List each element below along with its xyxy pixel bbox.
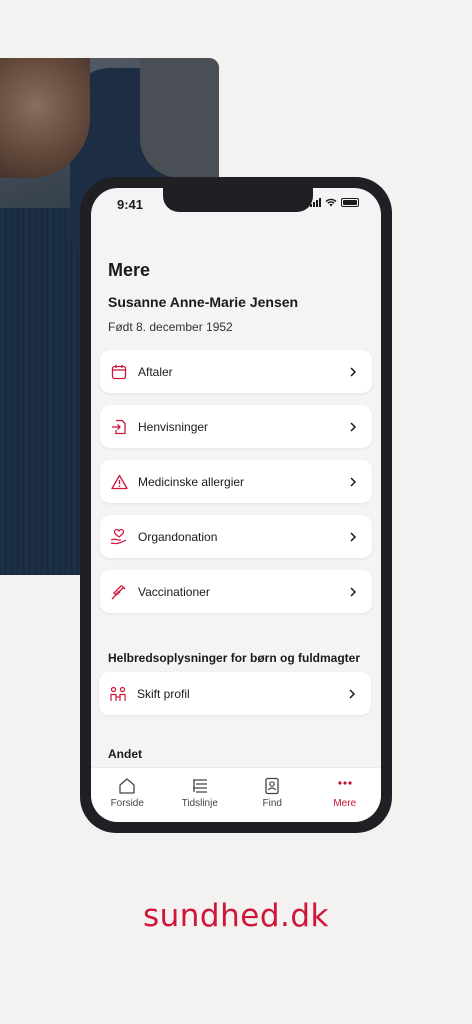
section-heading-family: Helbredsoplysninger for børn og fuldmagt… — [108, 651, 361, 665]
home-icon — [119, 778, 135, 794]
signal-icon — [310, 198, 321, 207]
menu-item-aftaler[interactable]: Aftaler — [100, 350, 372, 393]
user-name: Susanne Anne-Marie Jensen — [108, 294, 299, 310]
tab-mere[interactable]: Mere — [315, 777, 375, 809]
chevron-right-icon — [350, 366, 357, 377]
status-icons — [310, 198, 359, 207]
tab-label: Tidslinje — [181, 798, 218, 809]
timeline-icon — [192, 779, 207, 793]
heart-hand-icon — [110, 528, 128, 546]
chevron-right-icon — [350, 476, 357, 487]
chevron-right-icon — [349, 688, 356, 699]
logo-text: sundhed.dk — [142, 898, 329, 934]
menu-item-henvisninger[interactable]: Henvisninger — [100, 405, 372, 448]
tab-tidslinje[interactable]: Tidslinje — [170, 777, 230, 809]
menu-item-label: Henvisninger — [138, 419, 209, 434]
tab-label: Forside — [110, 798, 144, 809]
status-time: 9:41 — [117, 197, 144, 212]
tab-find[interactable]: Find — [242, 777, 302, 809]
people-icon — [109, 685, 127, 703]
menu-item-organdonation[interactable]: Organdonation — [100, 515, 372, 558]
menu-item-label: Vaccinationer — [138, 584, 210, 599]
page-title: Mere — [108, 260, 151, 280]
sundhed-logo: sundhed.dk — [0, 898, 472, 934]
chevron-right-icon — [350, 531, 357, 542]
menu-item-vaccinationer[interactable]: Vaccinationer — [100, 570, 372, 613]
menu-item-skift-profil[interactable]: Skift profil — [99, 672, 371, 715]
contacts-icon — [265, 777, 279, 795]
battery-icon — [341, 198, 359, 207]
menu-item-label: Skift profil — [137, 686, 190, 701]
referral-icon — [110, 418, 128, 436]
bottom-tab-bar: Forside Tidslinje Find Mere — [91, 767, 381, 822]
chevron-right-icon — [350, 421, 357, 432]
phone-notch — [163, 188, 313, 212]
phone-frame: 9:41 Mere Susanne Anne-Marie Jensen Født… — [80, 177, 392, 833]
app-screen: 9:41 Mere Susanne Anne-Marie Jensen Født… — [91, 188, 381, 822]
wifi-icon — [325, 198, 337, 207]
section-heading-other: Andet — [108, 747, 142, 761]
tab-label: Mere — [333, 798, 357, 809]
menu-item-medicinske-allergier[interactable]: Medicinske allergier — [100, 460, 372, 503]
menu-item-label: Aftaler — [138, 364, 173, 379]
menu-item-label: Medicinske allergier — [138, 474, 245, 489]
tab-label: Find — [262, 798, 282, 809]
calendar-icon — [110, 363, 128, 381]
warning-icon — [110, 473, 128, 491]
menu-item-label: Organdonation — [138, 529, 218, 544]
tab-forside[interactable]: Forside — [97, 777, 157, 809]
syringe-icon — [110, 583, 128, 601]
chevron-right-icon — [350, 586, 357, 597]
more-icon — [338, 781, 352, 785]
user-birthdate: Født 8. december 1952 — [108, 320, 233, 334]
